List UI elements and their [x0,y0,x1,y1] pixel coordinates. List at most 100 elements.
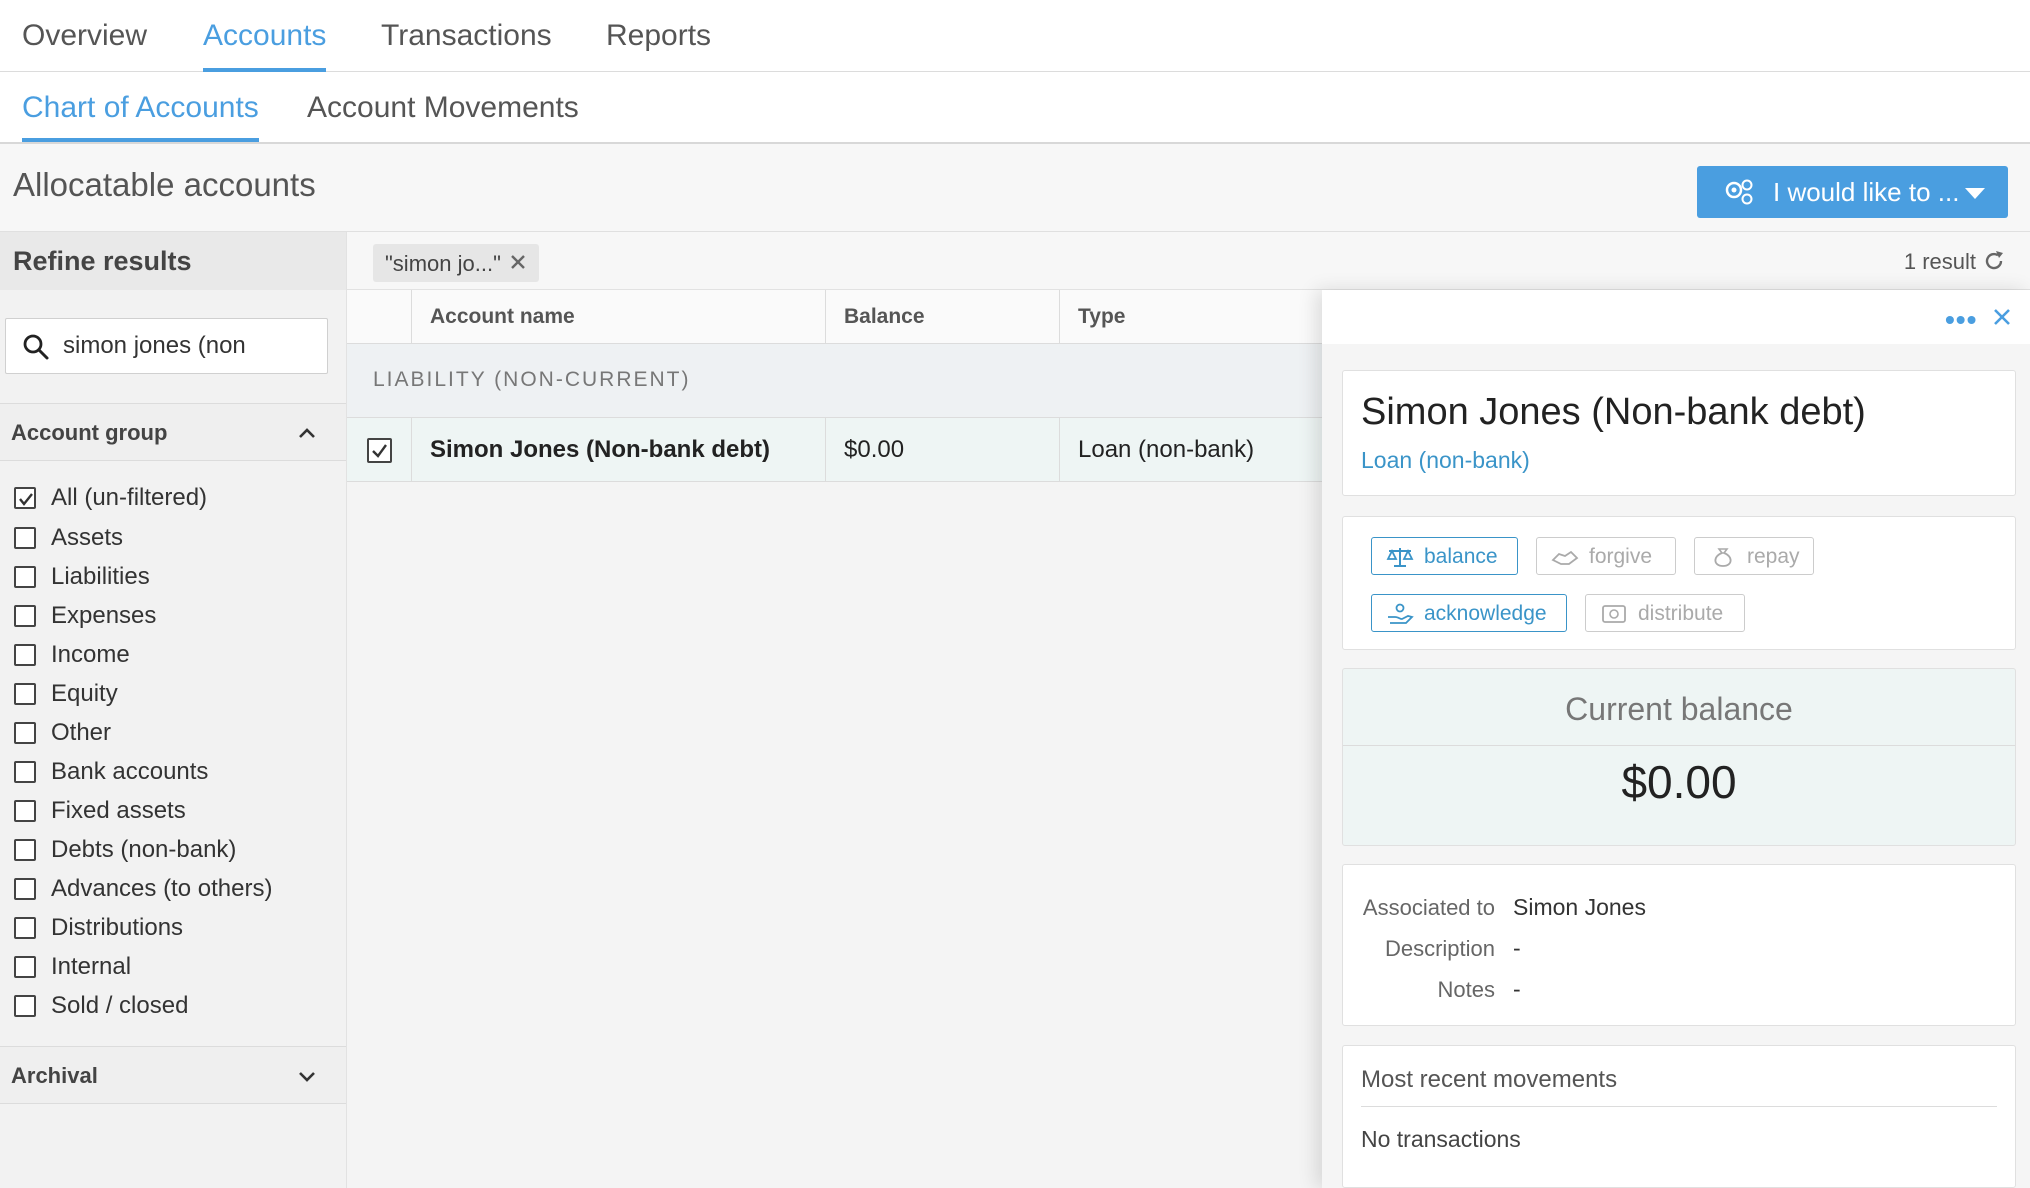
account-group-option-label: Fixed assets [51,797,186,824]
account-title-card: Simon Jones (Non-bank debt) Loan (non-ba… [1342,370,2016,496]
column-account-name[interactable]: Account name [411,290,823,344]
cash-icon [1602,605,1626,623]
account-actions-card: balance forgive repay acknowledge distri… [1342,516,2016,650]
tab-chart-of-accounts[interactable]: Chart of Accounts [22,72,259,142]
repay-label: repay [1747,545,1800,568]
account-group-option-label: Internal [51,953,132,980]
detail-value-notes: - [1513,976,1521,1002]
tab-reports[interactable]: Reports [606,0,711,72]
account-group-option-label: Advances (to others) [51,875,273,902]
tab-overview[interactable]: Overview [22,0,147,72]
row-checkbox[interactable] [367,438,392,463]
active-filter-bar: "simon jo..." 1 result [347,232,2030,290]
account-group-option-label: Expenses [51,602,157,629]
hand-coin-icon [1388,603,1414,624]
row-balance: $0.00 [825,418,1059,482]
account-title: Simon Jones (Non-bank debt) [1361,391,1866,433]
action-menu-button[interactable]: I would like to ... [1697,166,2008,218]
account-group-option-label: Distributions [51,914,184,941]
recent-movements-title: Most recent movements [1361,1066,1618,1093]
forgive-button[interactable]: forgive [1536,537,1676,575]
filter-chip-label: "simon jo..." [385,251,501,276]
account-group-option-label: Income [51,641,130,668]
checkbox[interactable] [14,878,36,900]
checkbox[interactable] [14,917,36,939]
refine-sidebar: Refine results simon jones (non Account … [0,232,347,1188]
column-balance[interactable]: Balance [825,290,1059,344]
remove-filter-icon[interactable] [509,253,527,271]
account-group-option-label: Assets [51,524,124,551]
checkbox[interactable] [14,722,36,744]
account-group-option-label: All (un-filtered) [51,484,208,511]
acknowledge-button[interactable]: acknowledge [1371,594,1567,632]
current-balance-value: $0.00 [1621,756,1737,808]
account-detail-panel: ••• Simon Jones (Non-bank debt) Loan (no… [1322,290,2030,1188]
checkbox[interactable] [14,527,36,549]
filter-chip[interactable]: "simon jo..." [373,244,539,282]
account-group-option-label: Other [51,719,112,746]
top-nav: Overview Accounts Transactions Reports [0,0,2030,72]
detail-value-description: - [1513,935,1521,961]
checkbox[interactable] [14,800,36,822]
movements-divider [1361,1106,1997,1107]
panel-toolbar: ••• [1322,290,2030,344]
page-title: Allocatable accounts [13,166,316,203]
group-label: LIABILITY (NON-CURRENT) [373,368,691,391]
current-balance-label: Current balance [1565,691,1793,727]
checkbox[interactable] [14,566,36,588]
search-input[interactable]: simon jones (non [5,318,328,374]
account-type-link[interactable]: Loan (non-bank) [1361,447,1530,474]
checkbox[interactable] [14,839,36,861]
detail-value-associated: Simon Jones [1513,894,1646,920]
checkbox[interactable] [14,683,36,705]
account-group-option-label: Debts (non-bank) [51,836,237,863]
tab-account-movements[interactable]: Account Movements [307,72,579,142]
row-account-name[interactable]: Simon Jones (Non-bank debt) [411,418,825,482]
distribute-label: distribute [1638,602,1724,625]
action-menu-label: I would like to ... [1773,177,1960,207]
checkbox[interactable] [14,956,36,978]
tab-transactions[interactable]: Transactions [381,0,552,72]
account-group-option-label: Liabilities [51,563,150,590]
checkbox[interactable] [14,995,36,1017]
search-value: simon jones (non [63,332,246,359]
repay-button[interactable]: repay [1694,537,1814,575]
account-group-title: Account group [11,420,168,445]
acknowledge-label: acknowledge [1424,602,1547,625]
recent-movements-card: Most recent movements No transactions [1342,1045,2016,1188]
account-group-option-label: Sold / closed [51,992,189,1019]
refine-title: Refine results [13,246,192,276]
handshake-icon [1551,550,1579,565]
gears-icon [1725,179,1753,205]
checkbox[interactable] [14,761,36,783]
no-transactions-text: No transactions [1361,1126,1521,1152]
scale-icon [1386,548,1414,567]
refine-header: Refine results [0,232,346,290]
chevron-down-icon [299,1072,315,1082]
account-group-option-label: Equity [51,680,118,707]
checkbox-checked[interactable] [14,487,36,509]
money-bag-icon [1714,548,1732,567]
checkbox[interactable] [14,644,36,666]
tab-accounts[interactable]: Accounts [203,0,327,72]
more-options-icon[interactable]: ••• [1945,304,1977,336]
close-icon[interactable] [1992,307,2012,327]
balance-button[interactable]: balance [1371,537,1518,575]
page-header: Allocatable accounts I would like to ... [0,144,2030,232]
sub-nav: Chart of Accounts Account Movements [0,72,2030,144]
balance-divider [1343,745,2015,746]
chevron-up-icon [299,428,315,438]
account-details-card: Associated to Simon Jones Description - … [1342,864,2016,1026]
current-balance-card: Current balance $0.00 [1342,668,2016,846]
distribute-button[interactable]: distribute [1585,594,1745,632]
row-type: Loan (non-bank) [1059,418,1359,482]
caret-down-icon [1965,188,1985,199]
account-group-header[interactable]: Account group [0,403,346,461]
column-type[interactable]: Type [1059,290,1359,344]
archival-header[interactable]: Archival [0,1046,346,1104]
search-icon [23,334,49,360]
checkbox[interactable] [14,605,36,627]
refresh-icon[interactable] [1982,249,2006,273]
forgive-label: forgive [1589,545,1653,568]
archival-title: Archival [11,1063,98,1088]
